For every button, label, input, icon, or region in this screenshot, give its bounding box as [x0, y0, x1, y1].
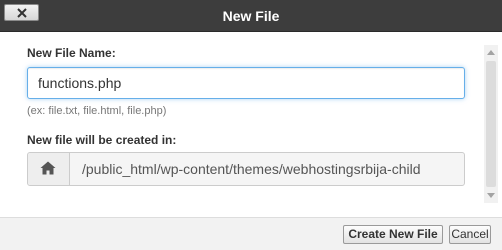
dialog-footer: Create New File Cancel [0, 217, 502, 250]
directory-label: New file will be created in: [27, 133, 177, 147]
file-name-label: New File Name: [27, 46, 116, 60]
file-name-hint: (ex: file.txt, file.html, file.php) [27, 105, 167, 117]
dialog-body: New File Name: (ex: file.txt, file.html,… [0, 33, 502, 217]
home-addon [28, 153, 70, 185]
file-name-input[interactable] [27, 67, 465, 99]
scrollbar[interactable] [484, 45, 498, 203]
cancel-button[interactable]: Cancel [449, 225, 491, 244]
dialog-titlebar: New File [0, 0, 502, 32]
directory-path-value: /public_html/wp-content/themes/webhostin… [82, 161, 421, 177]
create-new-file-button[interactable]: Create New File [343, 225, 443, 244]
new-file-dialog: New File New File Name: (ex: file.txt, f… [0, 0, 502, 250]
home-icon [40, 161, 56, 175]
dialog-title: New File [222, 8, 280, 24]
directory-path-field: /public_html/wp-content/themes/webhostin… [27, 152, 465, 186]
scroll-down-icon[interactable] [487, 193, 495, 198]
scroll-up-icon[interactable] [487, 50, 495, 55]
scroll-thumb[interactable] [486, 61, 496, 187]
